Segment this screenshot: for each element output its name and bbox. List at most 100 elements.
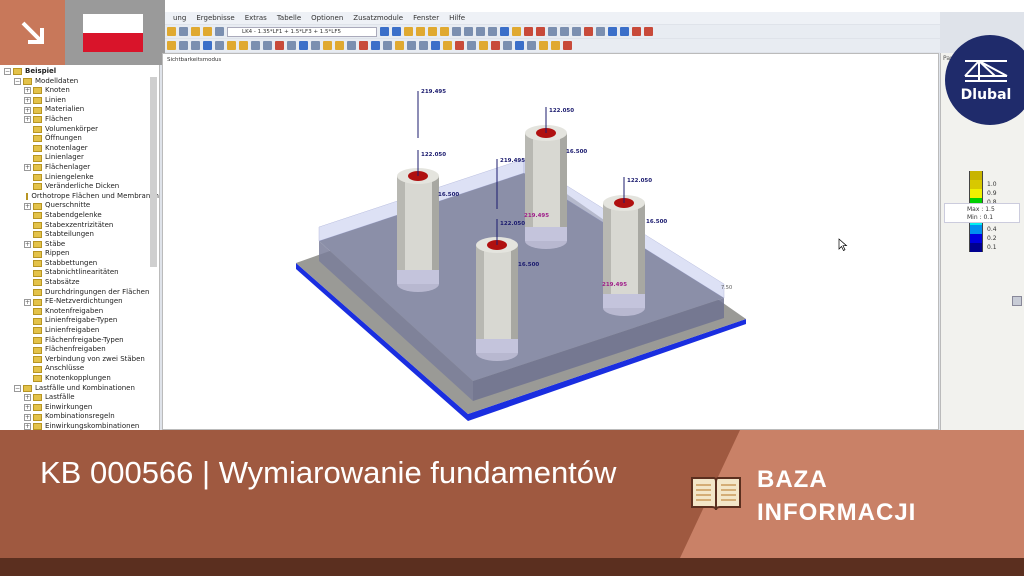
zoom-icon[interactable] (1012, 296, 1022, 306)
toolbar-icon[interactable] (416, 27, 425, 36)
toolbar-icon[interactable] (347, 41, 356, 50)
toolbar-icon[interactable] (239, 41, 248, 50)
toolbar-icon[interactable] (215, 27, 224, 36)
expand-toggle-icon[interactable]: + (24, 116, 31, 124)
toolbar-icon[interactable] (539, 41, 548, 50)
tree-item[interactable]: Stabbettungen (4, 259, 159, 269)
toolbar-icon[interactable] (608, 27, 617, 36)
expand-toggle-icon[interactable]: + (24, 87, 31, 95)
toolbar-icon[interactable] (440, 27, 449, 36)
3d-viewport[interactable]: Sichtbarkeitsmodus 219.495 219.495 122.0… (162, 53, 939, 430)
tree-item[interactable]: Linienlager (4, 153, 159, 163)
toolbar-icon[interactable] (503, 41, 512, 50)
tree-item[interactable]: Linienfreigaben (4, 326, 159, 336)
toolbar-icon[interactable] (620, 27, 629, 36)
toolbar-icon[interactable] (548, 27, 557, 36)
toolbar-icon[interactable] (632, 27, 641, 36)
toolbar-icon[interactable] (167, 27, 176, 36)
tree-item[interactable]: + FE-Netzverdichtungen (4, 297, 159, 307)
tree-item[interactable]: Öffnungen (4, 134, 159, 144)
toolbar-icon[interactable] (572, 27, 581, 36)
toolbar-icon[interactable] (500, 27, 509, 36)
tree-item[interactable]: + Kombinationsregeln (4, 412, 159, 422)
toolbar-icon[interactable] (596, 27, 605, 36)
expand-toggle-icon[interactable]: + (24, 423, 31, 430)
tree-item[interactable]: − Modelldaten (4, 77, 159, 87)
toolbar-icon[interactable] (203, 41, 212, 50)
toolbar-icon[interactable] (428, 27, 437, 36)
tree-item[interactable]: Flächenfreigabe-Typen (4, 336, 159, 346)
prev-icon[interactable] (380, 27, 389, 36)
toolbar-icon[interactable] (407, 41, 416, 50)
toolbar-icon[interactable] (311, 41, 320, 50)
toolbar-icon[interactable] (488, 27, 497, 36)
menu-item[interactable]: ung (173, 14, 186, 22)
tree-item[interactable]: Stabendgelenke (4, 211, 159, 221)
tree-item[interactable]: Knotenkopplungen (4, 374, 159, 384)
toolbar-icon[interactable] (191, 41, 200, 50)
tree-item[interactable]: Orthotrope Flächen und Membranen (4, 192, 159, 202)
expand-toggle-icon[interactable]: + (24, 413, 31, 421)
next-icon[interactable] (392, 27, 401, 36)
expand-toggle-icon[interactable]: − (14, 384, 21, 392)
tree-item[interactable]: + Linien (4, 96, 159, 106)
menu-item[interactable]: Zusatzmodule (353, 14, 403, 22)
menu-item[interactable]: Tabelle (277, 14, 301, 22)
menu-item[interactable]: Ergebnisse (196, 14, 234, 22)
expand-toggle-icon[interactable]: + (24, 394, 31, 402)
toolbar-icon[interactable] (335, 41, 344, 50)
toolbar-icon[interactable] (179, 41, 188, 50)
expand-toggle-icon[interactable]: + (24, 164, 31, 172)
tree-item[interactable]: + Lastfälle (4, 393, 159, 403)
tree-item[interactable]: + Flächenlager (4, 163, 159, 173)
toolbar-icon[interactable] (527, 41, 536, 50)
menu-item[interactable]: Optionen (311, 14, 343, 22)
toolbar-icon[interactable] (167, 41, 176, 50)
tree-item[interactable]: Liniengelenke (4, 173, 159, 183)
load-case-select[interactable]: LK4 - 1.35*LF1 + 1.5*LF3 + 1.5*LF5 (227, 26, 377, 37)
toolbar-icon[interactable] (251, 41, 260, 50)
toolbar-icon[interactable] (524, 27, 533, 36)
toolbar-icon[interactable] (287, 41, 296, 50)
toolbar-icon[interactable] (560, 27, 569, 36)
expand-toggle-icon[interactable]: + (24, 240, 31, 248)
toolbar-icon[interactable] (323, 41, 332, 50)
toolbar-icon[interactable] (536, 27, 545, 36)
menu-item[interactable]: Extras (245, 14, 267, 22)
expand-toggle-icon[interactable]: − (14, 77, 21, 85)
tree-item[interactable]: Stabnichtlinearitäten (4, 268, 159, 278)
tree-item[interactable]: + Knoten (4, 86, 159, 96)
toolbar-icon[interactable] (455, 41, 464, 50)
expand-toggle-icon[interactable]: − (4, 68, 11, 76)
toolbar-icon[interactable] (263, 41, 272, 50)
tree-item[interactable]: Anschlüsse (4, 364, 159, 374)
tree-item[interactable]: Stabsätze (4, 278, 159, 288)
menu-item[interactable]: Hilfe (449, 14, 465, 22)
toolbar-icon[interactable] (644, 27, 653, 36)
toolbar-icon[interactable] (404, 27, 413, 36)
tree-item[interactable]: Durchdringungen der Flächen (4, 288, 159, 298)
tree-item[interactable]: Veränderliche Dicken (4, 182, 159, 192)
expand-toggle-icon[interactable]: + (24, 404, 31, 412)
toolbar-icon[interactable] (476, 27, 485, 36)
toolbar-icon[interactable] (491, 41, 500, 50)
toolbar-icon[interactable] (179, 27, 188, 36)
toolbar-icon[interactable] (551, 41, 560, 50)
tree-item[interactable]: + Flächen (4, 115, 159, 125)
tree-item[interactable]: Volumenkörper (4, 125, 159, 135)
tree-item[interactable]: Stabteilungen (4, 230, 159, 240)
toolbar-icon[interactable] (464, 27, 473, 36)
tree-item[interactable]: Flächenfreigaben (4, 345, 159, 355)
toolbar-icon[interactable] (584, 27, 593, 36)
toolbar-icon[interactable] (443, 41, 452, 50)
tree-item[interactable]: − Lastfälle und Kombinationen (4, 384, 159, 394)
tree-item[interactable]: + Stäbe (4, 240, 159, 250)
toolbar-icon[interactable] (191, 27, 200, 36)
tree-item[interactable]: + Einwirkungen (4, 403, 159, 413)
tree-item[interactable]: + Einwirkungskombinationen (4, 422, 159, 430)
toolbar-icon[interactable] (203, 27, 212, 36)
menu-item[interactable]: Fenster (413, 14, 439, 22)
tree-item[interactable]: Linienfreigabe-Typen (4, 316, 159, 326)
expand-toggle-icon[interactable]: + (24, 298, 31, 306)
tree-item[interactable]: Verbindung von zwei Stäben (4, 355, 159, 365)
